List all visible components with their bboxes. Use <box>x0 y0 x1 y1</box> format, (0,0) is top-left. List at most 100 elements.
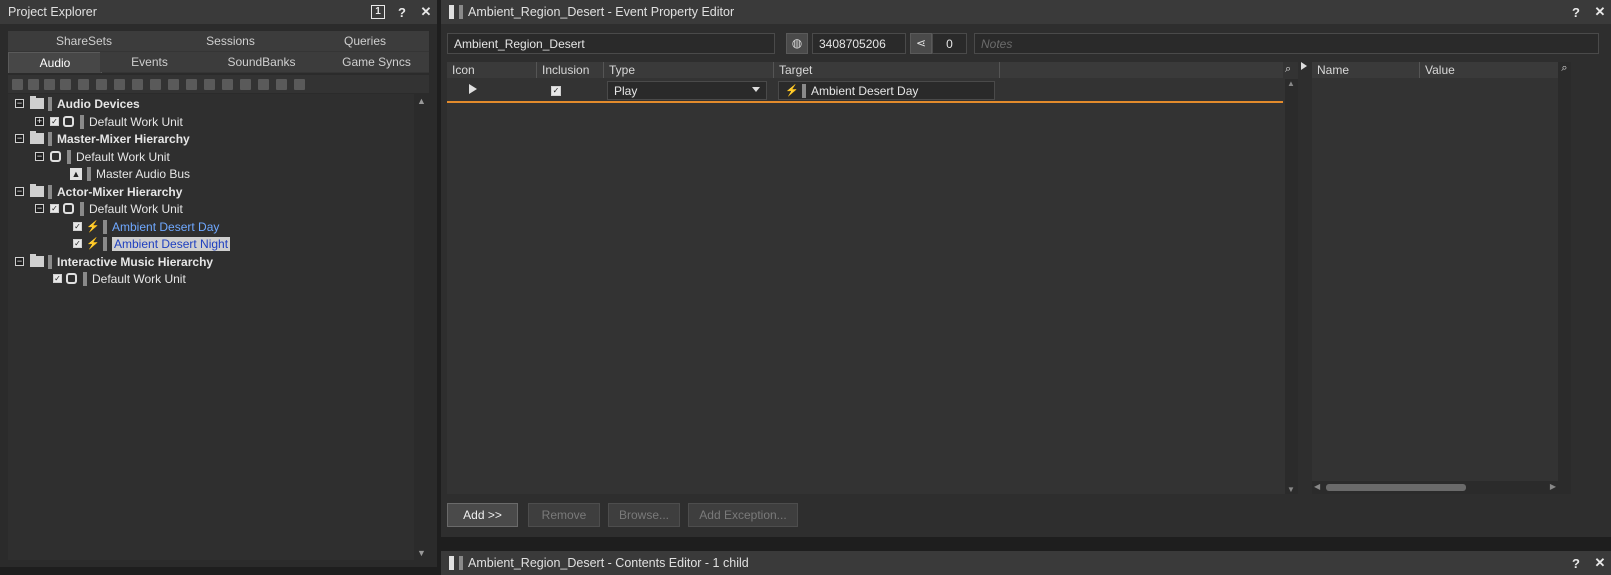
browse-button[interactable]: Browse... <box>608 503 680 527</box>
editor-pin-icon[interactable] <box>449 5 454 19</box>
filter-folder-icon[interactable] <box>28 79 39 90</box>
filter-list-icon[interactable] <box>96 79 107 90</box>
action-row[interactable]: ✓ Play ⚡ Ambient Desert Day <box>447 80 1283 103</box>
tree-audio-devices-wu[interactable]: + ✓ Default Work Unit <box>35 113 183 130</box>
tree-master-mixer[interactable]: − Master-Mixer Hierarchy <box>15 130 190 147</box>
project-tree: − Audio Devices + ✓ Default Work Unit − … <box>8 94 414 560</box>
tree-audio-devices[interactable]: − Audio Devices <box>15 95 140 112</box>
chevron-down-icon <box>752 87 760 92</box>
share-count-field[interactable]: 0 <box>932 33 967 54</box>
filter-random-icon[interactable] <box>132 79 143 90</box>
help-icon[interactable]: ? <box>1569 556 1583 571</box>
notes-field[interactable]: Notes <box>974 33 1599 54</box>
search-icon[interactable]: ⌕ <box>1285 63 1298 77</box>
work-unit-icon <box>66 273 77 284</box>
scroll-up-icon[interactable]: ▲ <box>1287 79 1295 88</box>
checkbox-icon[interactable]: ✓ <box>73 239 82 248</box>
scroll-up-icon[interactable]: ▲ <box>417 96 426 106</box>
column-header-icon[interactable]: Icon <box>447 62 537 78</box>
editor-pin-icon[interactable] <box>449 556 454 570</box>
column-header-empty <box>1000 62 1283 78</box>
tree-interactive-music-wu[interactable]: ✓ Default Work Unit <box>53 270 186 287</box>
tab-sharesets[interactable]: ShareSets <box>8 31 161 51</box>
tab-game-syncs[interactable]: Game Syncs <box>324 52 430 72</box>
play-icon <box>469 84 477 94</box>
tree-ambient-desert-night[interactable]: ✓ ⚡ Ambient Desert Night <box>73 235 231 252</box>
event-property-editor: Ambient_Region_Desert - Event Property E… <box>441 0 1611 537</box>
scroll-down-icon[interactable]: ▼ <box>417 548 426 558</box>
scroll-right-icon[interactable]: ▶ <box>1550 482 1556 491</box>
tree-interactive-music[interactable]: − Interactive Music Hierarchy <box>15 253 213 270</box>
close-icon[interactable]: ✕ <box>1593 4 1607 19</box>
add-button[interactable]: Add >> <box>447 503 518 527</box>
checkbox-icon[interactable]: ✓ <box>53 274 62 283</box>
add-exception-button[interactable]: Add Exception... <box>688 503 798 527</box>
event-name-field[interactable]: Ambient_Region_Desert <box>447 33 775 54</box>
filter-bus-icon[interactable] <box>204 79 215 90</box>
actions-scrollbar[interactable]: ▲ ▼ <box>1285 79 1298 494</box>
horizontal-scrollbar[interactable]: ◀ ▶ <box>1312 481 1558 494</box>
tab-queries[interactable]: Queries <box>301 31 430 51</box>
collapse-icon[interactable]: − <box>15 257 24 266</box>
tree-master-mixer-wu[interactable]: − Default Work Unit <box>35 148 170 165</box>
filter-track-icon[interactable] <box>276 79 287 90</box>
pin-number-icon[interactable]: 1 <box>371 5 385 19</box>
sound-sfx-icon: ⚡ <box>785 84 799 97</box>
scroll-down-icon[interactable]: ▼ <box>1287 485 1295 494</box>
collapse-icon[interactable]: − <box>15 134 24 143</box>
tab-events[interactable]: Events <box>100 52 200 72</box>
expand-icon[interactable]: + <box>35 117 44 126</box>
filter-aux-icon[interactable] <box>222 79 233 90</box>
help-icon[interactable]: ? <box>395 5 409 20</box>
collapse-icon[interactable]: − <box>15 99 24 108</box>
close-icon[interactable]: ✕ <box>419 4 433 19</box>
checkbox-icon[interactable]: ✓ <box>50 204 59 213</box>
work-unit-icon <box>63 116 74 127</box>
tree-ambient-desert-day[interactable]: ✓ ⚡ Ambient Desert Day <box>73 218 219 235</box>
checkbox-icon[interactable]: ✓ <box>50 117 59 126</box>
filter-sound-icon[interactable] <box>150 79 161 90</box>
column-header-inclusion[interactable]: Inclusion <box>537 62 604 78</box>
remove-button[interactable]: Remove <box>528 503 600 527</box>
folder-icon <box>30 96 44 109</box>
filter-switch-icon[interactable] <box>240 79 251 90</box>
filter-folder2-icon[interactable] <box>44 79 55 90</box>
filter-music-icon[interactable] <box>186 79 197 90</box>
property-search-icon[interactable]: ⌕ <box>1558 62 1571 494</box>
tab-soundbanks[interactable]: SoundBanks <box>199 52 325 72</box>
action-target-field[interactable]: ⚡ Ambient Desert Day <box>778 81 995 100</box>
column-header-value[interactable]: Value <box>1420 62 1558 78</box>
tab-sessions[interactable]: Sessions <box>160 31 302 51</box>
tree-actor-mixer[interactable]: − Actor-Mixer Hierarchy <box>15 183 182 200</box>
collapse-icon[interactable]: − <box>15 187 24 196</box>
action-type-dropdown[interactable]: Play <box>607 81 767 100</box>
column-header-name[interactable]: Name <box>1312 62 1420 78</box>
filter-workunit-icon[interactable] <box>12 79 23 90</box>
filter-voice-icon[interactable] <box>168 79 179 90</box>
collapse-icon[interactable]: − <box>35 204 44 213</box>
tree-scrollbar[interactable]: ▲ ▼ <box>414 94 429 560</box>
share-icon[interactable]: ⋖ <box>910 33 932 54</box>
folder-icon <box>30 184 44 197</box>
actions-list: Icon Inclusion Type Target ⌕ ✓ Play ⚡ Am… <box>447 62 1298 494</box>
filter-segment-icon[interactable] <box>258 79 269 90</box>
scroll-left-icon[interactable]: ◀ <box>1314 482 1320 491</box>
filter-playlist-icon[interactable] <box>294 79 305 90</box>
tab-audio[interactable]: Audio <box>8 52 102 73</box>
collapse-icon[interactable]: − <box>35 152 44 161</box>
event-id-field[interactable]: 3408705206 <box>812 33 906 54</box>
checkbox-icon[interactable]: ✓ <box>73 222 82 231</box>
close-icon[interactable]: ✕ <box>1593 555 1607 570</box>
collapse-panel-icon[interactable] <box>1301 62 1307 70</box>
column-header-type[interactable]: Type <box>604 62 774 78</box>
tree-actor-mixer-wu[interactable]: − ✓ Default Work Unit <box>35 200 183 217</box>
event-editor-title: Ambient_Region_Desert - Event Property E… <box>468 5 735 19</box>
filter-grid-icon[interactable] <box>78 79 89 90</box>
color-palette-icon[interactable]: ◍ <box>786 33 808 54</box>
filter-folder3-icon[interactable] <box>60 79 71 90</box>
tree-master-audio-bus[interactable]: ▲ Master Audio Bus <box>70 165 190 182</box>
inclusion-checkbox[interactable]: ✓ <box>551 86 561 96</box>
column-header-target[interactable]: Target <box>774 62 1000 78</box>
help-icon[interactable]: ? <box>1569 5 1583 20</box>
filter-blend-icon[interactable] <box>114 79 125 90</box>
